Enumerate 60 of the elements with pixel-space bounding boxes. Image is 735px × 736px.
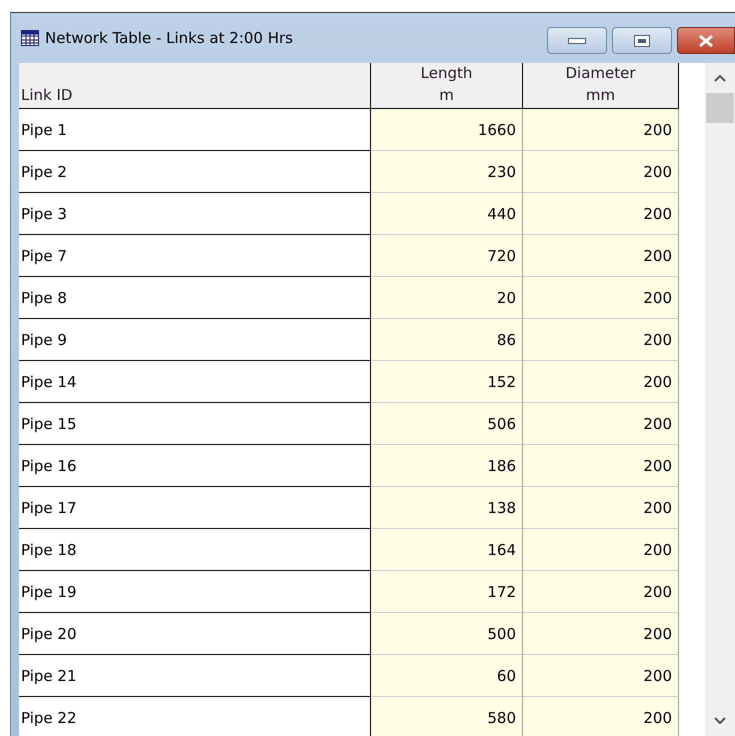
table-cell: Pipe 21 <box>19 655 371 697</box>
table-cell: 200 <box>523 193 679 235</box>
minimize-button[interactable] <box>547 27 607 54</box>
table-cell: 152 <box>371 361 523 403</box>
table-cell: 440 <box>371 193 523 235</box>
table-cell: 200 <box>523 109 679 151</box>
table-cell: 86 <box>371 319 523 361</box>
table-icon <box>21 30 39 46</box>
table-cell: 200 <box>523 319 679 361</box>
maximize-button[interactable] <box>612 27 672 54</box>
column-header[interactable]: Link ID <box>19 63 371 109</box>
close-icon <box>698 34 714 46</box>
scroll-down-icon[interactable] <box>713 716 728 726</box>
table-cell: 200 <box>523 613 679 655</box>
table-cell: 200 <box>523 571 679 613</box>
table-cell: Pipe 19 <box>19 571 371 613</box>
table-cell: 500 <box>371 613 523 655</box>
table-cell: Pipe 1 <box>19 109 371 151</box>
close-button[interactable] <box>677 27 735 54</box>
table-cell: 164 <box>371 529 523 571</box>
table-cell: 200 <box>523 487 679 529</box>
table-cell: 200 <box>523 151 679 193</box>
table-cell: Pipe 9 <box>19 319 371 361</box>
table-cell: 200 <box>523 403 679 445</box>
table-cell: Pipe 20 <box>19 613 371 655</box>
table-cell: 1660 <box>371 109 523 151</box>
table-cell: 172 <box>371 571 523 613</box>
table-cell: 200 <box>523 361 679 403</box>
table-cell: 20 <box>371 277 523 319</box>
scroll-thumb[interactable] <box>706 93 734 123</box>
table-cell: 200 <box>523 235 679 277</box>
table-cell: 200 <box>523 697 679 736</box>
table-cell: Pipe 15 <box>19 403 371 445</box>
table-cell: Pipe 7 <box>19 235 371 277</box>
table-cell: 506 <box>371 403 523 445</box>
window-title: Network Table - Links at 2:00 Hrs <box>45 29 293 47</box>
table-cell: Pipe 14 <box>19 361 371 403</box>
column-header[interactable]: Length m <box>371 63 523 109</box>
scrollbar[interactable] <box>705 63 735 736</box>
table-cell: 200 <box>523 277 679 319</box>
table-cell: Pipe 17 <box>19 487 371 529</box>
table-cell: 200 <box>523 445 679 487</box>
column-header[interactable]: Diameter mm <box>523 63 679 109</box>
table-cell: Pipe 2 <box>19 151 371 193</box>
table-cell: 186 <box>371 445 523 487</box>
minimize-icon <box>568 38 586 44</box>
table-cell: Pipe 8 <box>19 277 371 319</box>
table-cell: 720 <box>371 235 523 277</box>
table-cell: 200 <box>523 529 679 571</box>
scroll-up-icon[interactable] <box>713 73 728 83</box>
table-cell: 138 <box>371 487 523 529</box>
table-cell: 230 <box>371 151 523 193</box>
maximize-icon <box>634 34 650 46</box>
table-cell: 200 <box>523 655 679 697</box>
table-cell: 580 <box>371 697 523 736</box>
table-cell: Pipe 3 <box>19 193 371 235</box>
table-cell: 60 <box>371 655 523 697</box>
table-cell: Pipe 16 <box>19 445 371 487</box>
table-cell: Pipe 18 <box>19 529 371 571</box>
table-cell: Pipe 22 <box>19 697 371 736</box>
